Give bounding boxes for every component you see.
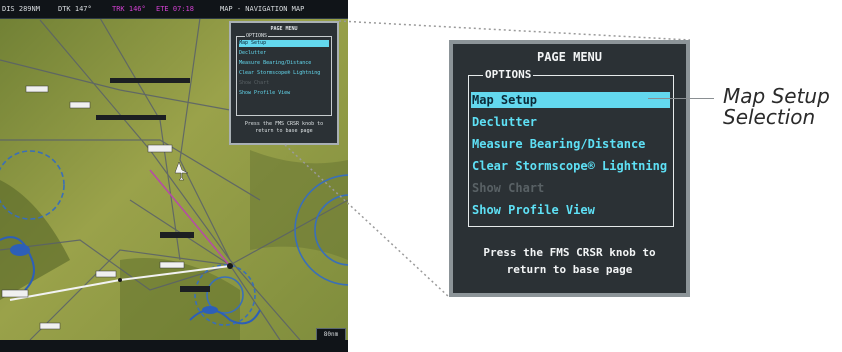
- options-group: OPTIONS Map Setup Declutter Measure Bear…: [468, 68, 674, 227]
- zoom-connector-lines: [284, 20, 691, 298]
- menu-item-declutter[interactable]: Declutter: [471, 114, 670, 130]
- return-hint: Press the FMS CRSR knob to return to bas…: [453, 244, 686, 278]
- page-menu-window: PAGE MENU OPTIONS Map Setup Declutter Me…: [449, 40, 690, 297]
- hint-line-2: return to base page: [506, 263, 633, 276]
- menu-item-measure-bearing-distance[interactable]: Measure Bearing/Distance: [471, 136, 670, 152]
- menu-item-map-setup[interactable]: Map Setup: [471, 92, 670, 108]
- callout-line-2: Selection: [723, 105, 816, 129]
- page-menu-title: PAGE MENU: [536, 50, 603, 64]
- callout-leader-line: [648, 98, 714, 99]
- callout-label: Map Setup Selection: [723, 86, 833, 128]
- menu-item-show-profile-view[interactable]: Show Profile View: [471, 202, 670, 218]
- menu-item-show-chart: Show Chart: [472, 181, 545, 195]
- menu-item-clear-stormscope-lightning[interactable]: Clear Stormscope® Lightning: [471, 158, 670, 174]
- hint-line-1: Press the FMS CRSR knob to: [483, 246, 656, 259]
- callout-line-1: Map Setup: [723, 84, 830, 108]
- options-label: OPTIONS: [483, 68, 534, 81]
